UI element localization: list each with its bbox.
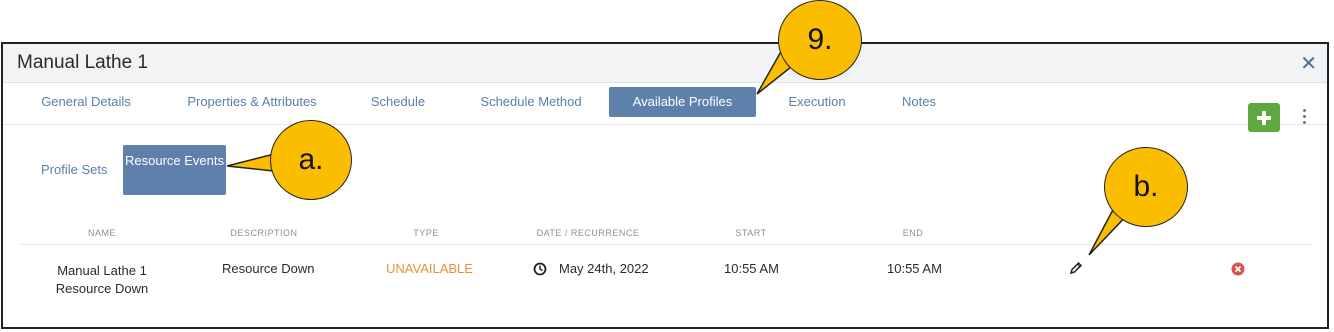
callout-a: a. [270,120,352,200]
callout-b: b. [1104,147,1188,227]
callout-9: 9. [778,0,862,80]
